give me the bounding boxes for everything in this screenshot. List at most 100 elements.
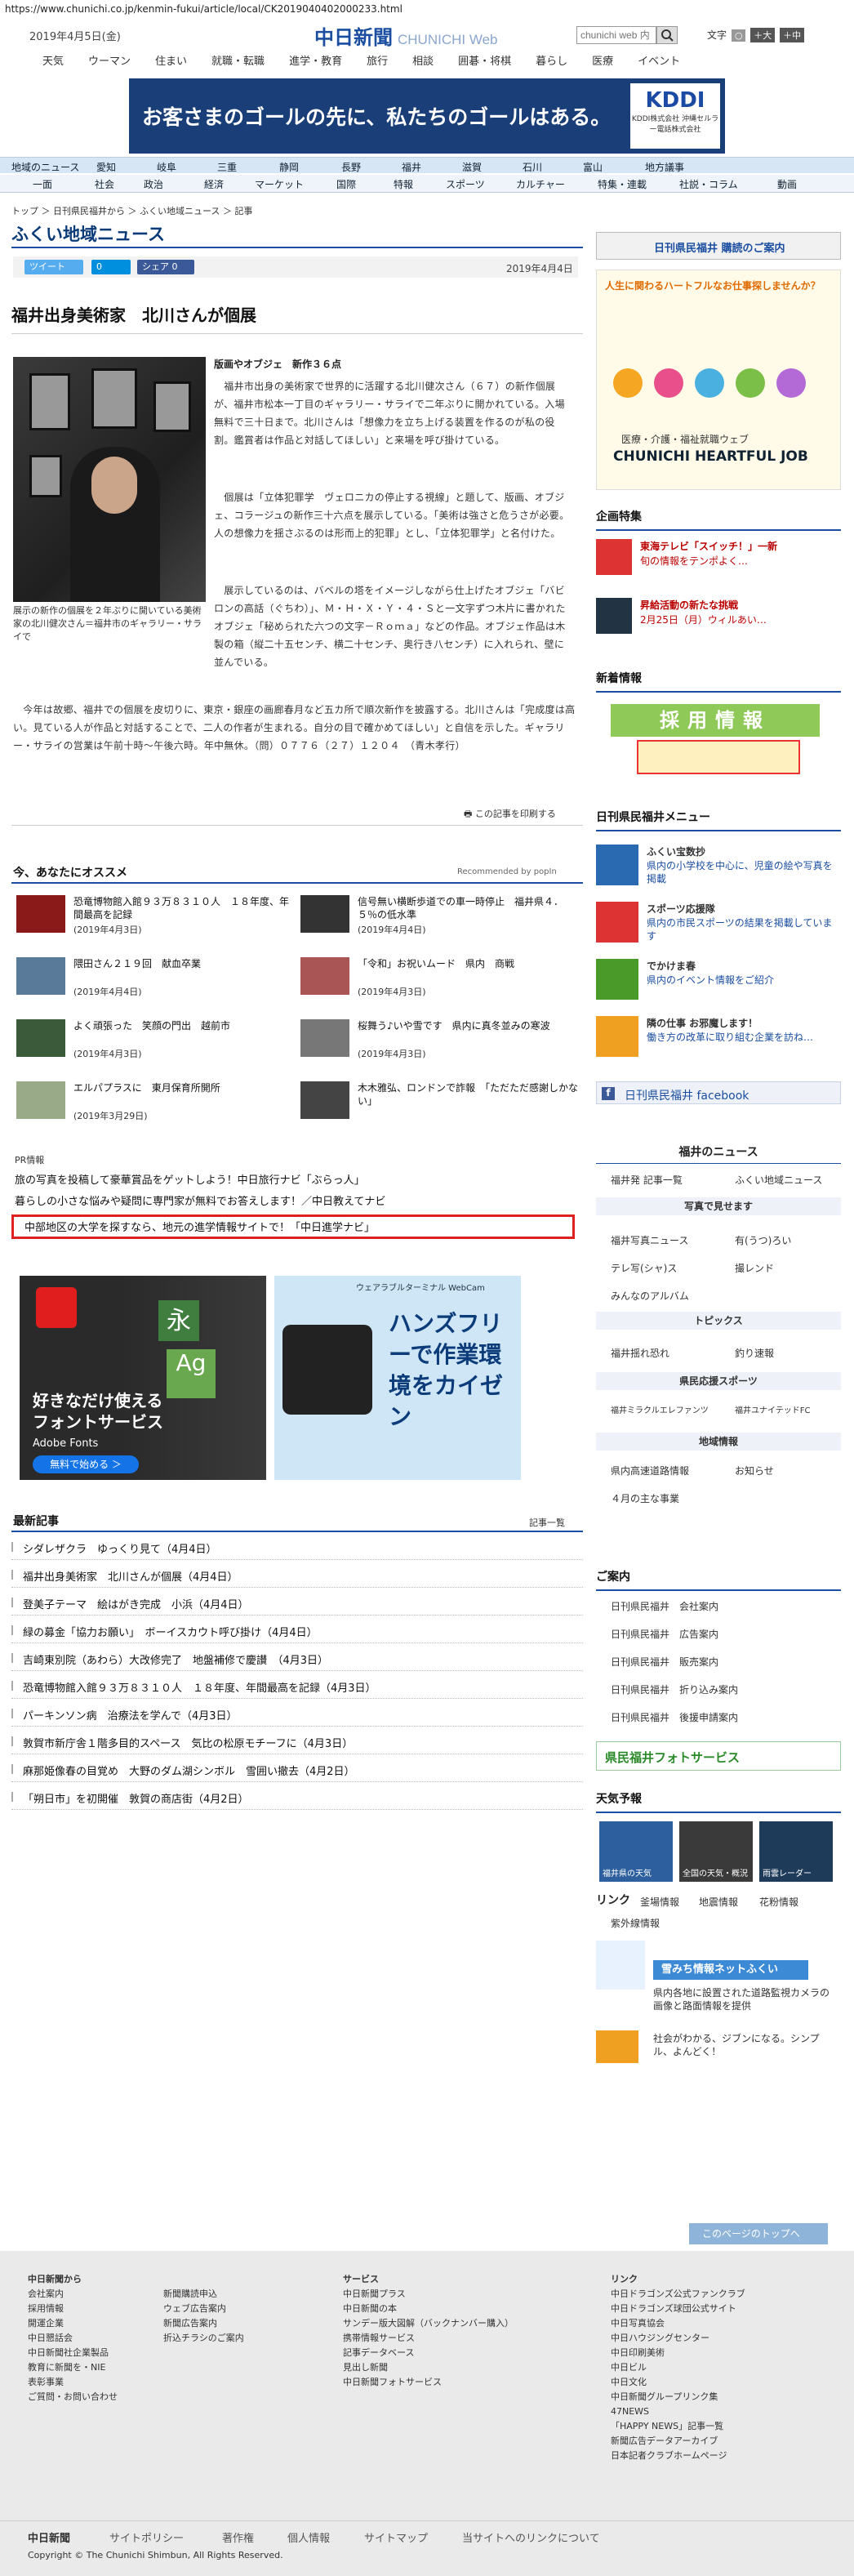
footer-link[interactable]: ご質問・お問い合わせ — [28, 2390, 118, 2404]
category-nav-item[interactable]: 特集・連載 — [598, 177, 647, 191]
region-nav-item[interactable]: 愛知 — [96, 160, 116, 174]
weather-tile[interactable]: 雨雲レーダー — [759, 1821, 833, 1882]
global-nav-item[interactable]: 医療 — [592, 52, 613, 70]
recruit-banner[interactable]: 採用情報 — [611, 704, 820, 737]
footer-link[interactable]: 採用情報 — [28, 2302, 118, 2316]
global-nav-item[interactable]: 進学・教育 — [289, 52, 342, 70]
region-nav-item[interactable]: 石川 — [523, 160, 542, 174]
search-button[interactable] — [656, 26, 678, 44]
footer-link[interactable]: 中日ドラゴンズ公式ファンクラブ — [611, 2287, 745, 2302]
footer-link[interactable]: 表彰事業 — [28, 2375, 118, 2390]
search-input[interactable] — [576, 26, 656, 44]
recommend-item[interactable]: 隈田さん２１９回 献血卒業 (2019年4月4日) — [16, 957, 286, 998]
region-nav-item[interactable]: 長野 — [341, 160, 361, 174]
category-nav-item[interactable]: 社説・コラム — [679, 177, 738, 191]
font-reset-button[interactable]: ○ — [731, 29, 746, 42]
footer-link[interactable]: 中日印刷美術 — [611, 2346, 745, 2360]
menu-item[interactable]: でかけま春 県内のイベント情報をご紹介 — [596, 959, 841, 1008]
region-nav-item[interactable]: 福井 — [402, 160, 421, 174]
category-nav-item[interactable]: 一面 — [33, 177, 52, 191]
category-nav-item[interactable]: マーケット — [255, 177, 304, 191]
latest-item[interactable]: 麻那姫像春の目覚め 大野のダム湖シンボル 雪囲い撤去（4月2日） — [11, 1758, 583, 1782]
latest-item[interactable]: 「朔日市」を初開催 敦賀の商店街（4月2日） — [11, 1785, 583, 1810]
footer-link[interactable]: 見出し新聞 — [343, 2360, 514, 2375]
print-link[interactable]: 🖶 この記事を印刷する — [464, 807, 556, 822]
global-nav-item[interactable]: イベント — [638, 52, 680, 70]
latest-item[interactable]: 緑の募金「協力お願い」 ボーイスカウト呼び掛け（4月4日） — [11, 1619, 583, 1643]
global-nav-item[interactable]: 旅行 — [367, 52, 388, 70]
footer-link[interactable]: 中日ドラゴンズ球団公式サイト — [611, 2302, 745, 2316]
recommend-item[interactable]: 木木雅弘、ロンドンで詐報 「ただただ感謝しかない」 — [300, 1081, 578, 1122]
latest-item[interactable]: パーキンソン病 治療法を学んで（4月3日） — [11, 1702, 583, 1727]
region-nav-item[interactable]: 岐阜 — [157, 160, 176, 174]
footer-link[interactable]: 「HAPPY NEWS」記事一覧 — [611, 2419, 745, 2434]
footer-link[interactable]: 中日新聞プラス — [343, 2287, 514, 2302]
pr-link[interactable]: 暮らしの小さな悩みや疑問に専門家が無料でお答えします！／中日教えてナビ — [15, 1192, 385, 1208]
menu-item[interactable]: スポーツ応援隊 県内の市民スポーツの結果を掲載しています — [596, 902, 841, 951]
kddi-banner[interactable]: お客さまのゴールの先に、私たちのゴールはある。 KDDI KDDI株式会社 沖縄セ… — [129, 78, 725, 154]
recommend-item[interactable]: 桜舞う♪いや雪です 県内に真冬並みの寒波 (2019年4月3日) — [300, 1019, 570, 1060]
footer-nav-item[interactable]: 著作権 — [222, 2529, 254, 2545]
global-nav-item[interactable]: 相談 — [412, 52, 434, 70]
footer-link[interactable]: 中日写真協会 — [611, 2316, 745, 2331]
global-nav-item[interactable]: 暮らし — [536, 52, 567, 70]
adobe-cta-button[interactable]: 無料で始める ＞ — [33, 1455, 139, 1473]
heartful-job-ad[interactable]: 人生に関わるハートフルなお仕事探しませんか？ 医療・介護・福祉就職ウェブ CHU… — [596, 270, 841, 490]
footer-nav-item[interactable]: サイトポリシー — [109, 2529, 184, 2545]
adobe-fonts-ad[interactable]: 永 Ag 好きなだけ使えるフォントサービス Adobe Fonts 無料で始める… — [20, 1276, 266, 1480]
footer-link[interactable]: 中日新聞フォトサービス — [343, 2375, 514, 2390]
global-nav-item[interactable]: 住まい — [155, 52, 187, 70]
footer-link[interactable]: 中日新聞グループリンク集 — [611, 2390, 745, 2404]
latest-item[interactable]: 敦賀市新庁舎１階多目的スペース 気比の松原モチーフに（4月3日） — [11, 1730, 583, 1754]
family-ad[interactable] — [637, 740, 800, 774]
font-big-button[interactable]: ＋大 — [750, 28, 776, 42]
menu-item[interactable]: 隣の仕事 お邪魔します！ 働き方の改革に取り組む企業を訪ね… — [596, 1016, 841, 1065]
snow-road-link[interactable]: 雪みち情報ネットふくい — [653, 1960, 808, 1980]
global-nav-item[interactable]: 就職・転職 — [211, 52, 265, 70]
footer-nav-item[interactable]: サイトマップ — [364, 2529, 428, 2545]
fn-link[interactable]: 福井発 記事一覧 — [611, 1173, 683, 1187]
footer-link[interactable]: 教育に新聞を・NIE — [28, 2360, 118, 2375]
footer-link[interactable]: 中日懇話会 — [28, 2331, 118, 2346]
fn-link[interactable]: ふくい地域ニュース — [735, 1173, 822, 1187]
global-nav-item[interactable]: 囲碁・将棋 — [458, 52, 511, 70]
global-nav-item[interactable]: 天気 — [42, 52, 64, 70]
footer-link[interactable]: 記事データベース — [343, 2346, 514, 2360]
subscribe-banner[interactable]: 日刊県民福井 購読のご案内 — [596, 232, 841, 260]
region-nav-item[interactable]: 地方議事 — [645, 160, 684, 174]
category-nav-item[interactable]: 特報 — [394, 177, 413, 191]
latest-item[interactable]: 福井出身美術家 北川さんが個展（4月4日） — [11, 1563, 583, 1588]
wearable-ad[interactable]: ウェアラブルターミナル WebCam ハンズフリーで作業環境をカイゼン — [274, 1276, 521, 1480]
category-nav-item[interactable]: スポーツ — [446, 177, 485, 191]
footer-link[interactable]: サンデー版大図解（バックナンバー購入） — [343, 2316, 514, 2331]
weather-tile[interactable]: 福井県の天気 — [599, 1821, 673, 1882]
footer-link[interactable]: 携帯情報サービス — [343, 2331, 514, 2346]
footer-link[interactable]: 中日ビル — [611, 2360, 745, 2375]
category-nav-item[interactable]: 動画 — [777, 177, 797, 191]
breadcrumb[interactable]: トップ ＞ 日刊県民福井から ＞ ふくい地域ニュース ＞ 記事 — [11, 204, 252, 217]
footer-link[interactable]: 新聞購読申込 — [163, 2287, 244, 2302]
latest-item[interactable]: 登美子テーマ 絵はがき完成 小浜（4月4日） — [11, 1591, 583, 1616]
region-nav-item[interactable]: 三重 — [217, 160, 237, 174]
footer-link[interactable]: 折込チラシのご案内 — [163, 2331, 244, 2346]
font-med-button[interactable]: ＋中 — [780, 28, 805, 42]
latest-item[interactable]: シダレザクラ ゆっくり見て（4月4日） — [11, 1535, 583, 1560]
facebook-link[interactable]: f 日刊県民福井 facebook — [596, 1081, 841, 1104]
category-nav-item[interactable]: 経済 — [204, 177, 224, 191]
recommend-item[interactable]: 恐竜博物館入館９３万８３１０人 １８年度、年間最高を記録 (2019年4月3日) — [16, 895, 289, 936]
region-nav-item[interactable]: 地域のニュース — [11, 160, 79, 174]
pr-link-highlighted[interactable]: 中部地区の大学を探すなら、地元の進学情報サイトで！「中日進学ナビ」 — [24, 1219, 375, 1234]
latest-item[interactable]: 恐竜博物館入館９３万８３１０人 １８年度、年間最高を記録（4月3日） — [11, 1674, 583, 1699]
photo-service-banner[interactable]: 県民福井フォトサービス — [596, 1741, 841, 1771]
site-logo[interactable]: 中日新聞 CHUNICHI Web — [314, 21, 497, 50]
footer-nav-item[interactable]: 個人情報 — [287, 2529, 330, 2545]
footer-link[interactable]: 中日新聞の本 — [343, 2302, 514, 2316]
popin-credit[interactable]: Recommended by popIn — [457, 867, 557, 876]
category-nav-item[interactable]: 社会 — [95, 177, 114, 191]
footer-link[interactable]: 新聞広告データアーカイブ — [611, 2434, 745, 2449]
region-nav-item[interactable]: 滋賀 — [462, 160, 482, 174]
footer-link[interactable]: 会社案内 — [28, 2287, 118, 2302]
menu-item[interactable]: ふくい宝数抄 県内の小学校を中心に、児童の絵や写真を掲載 — [596, 845, 841, 894]
to-top-button[interactable]: このページのトップへ — [689, 2223, 828, 2244]
recommend-item[interactable]: エルパプラスに 東月保育所開所 (2019年3月29日) — [16, 1081, 286, 1122]
